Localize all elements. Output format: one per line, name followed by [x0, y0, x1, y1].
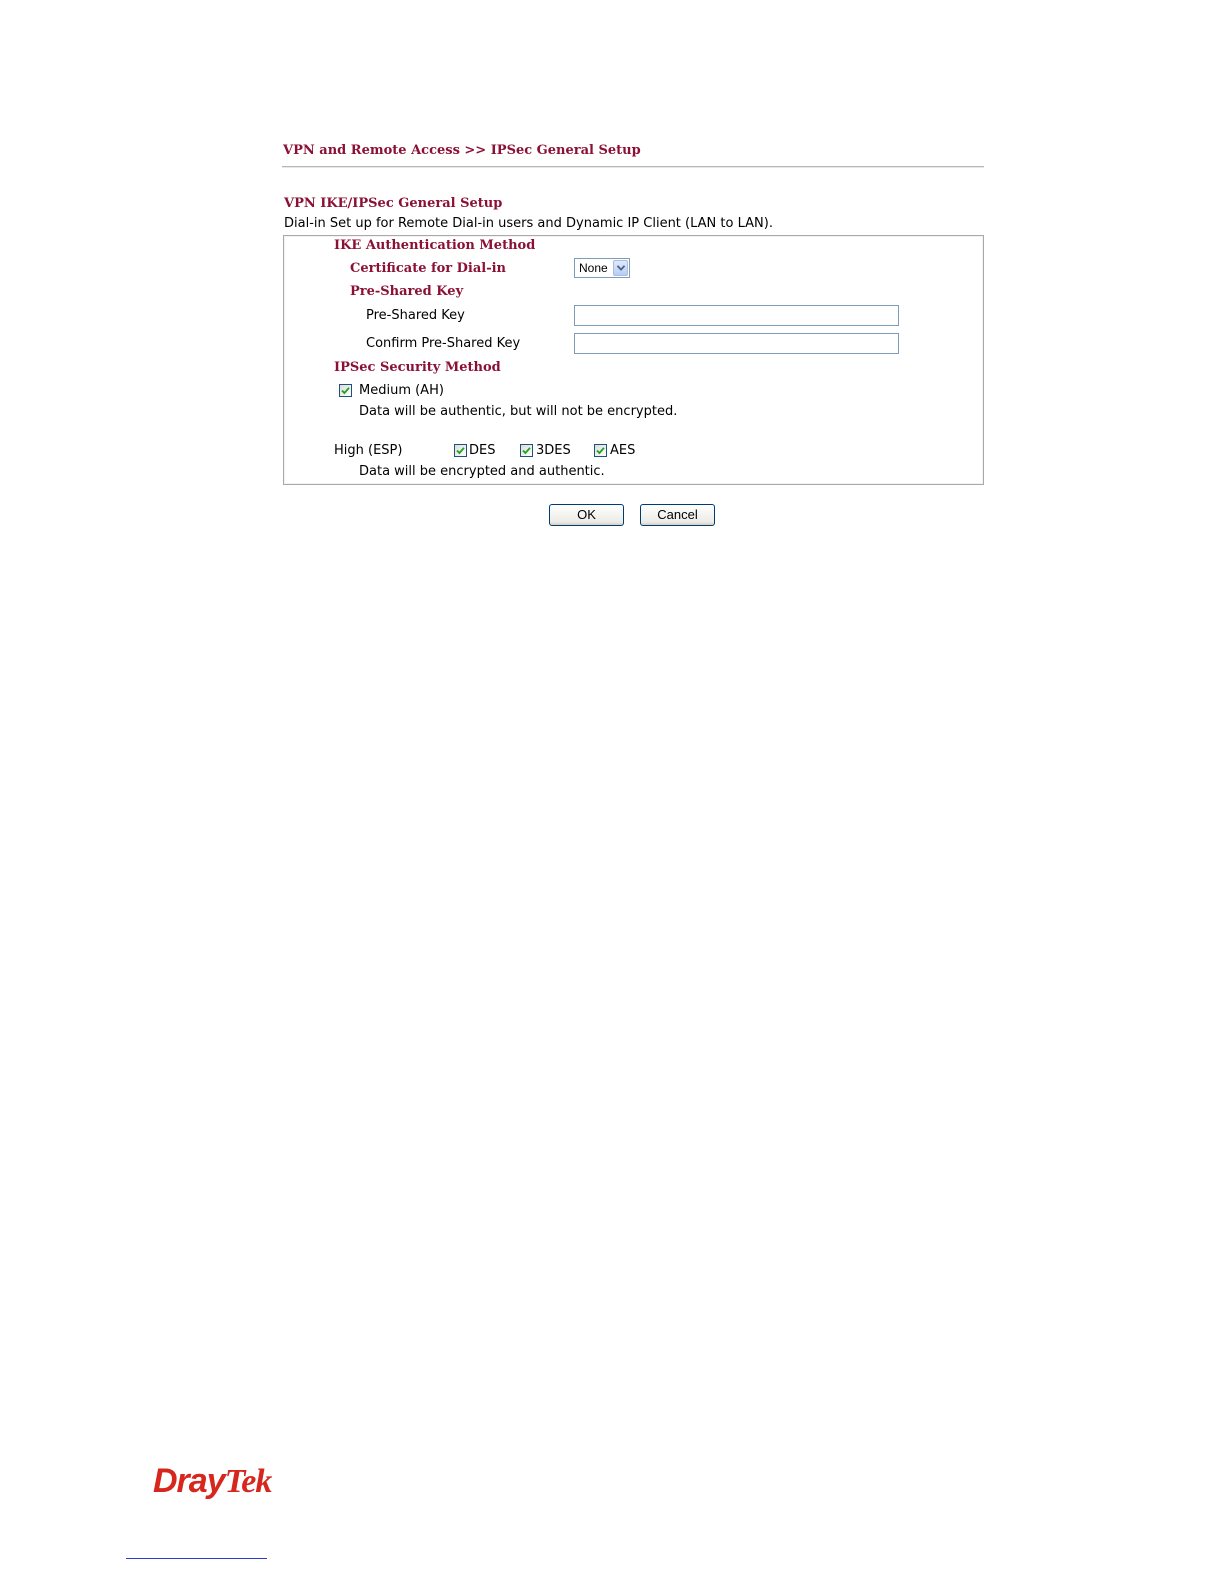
breadcrumb: VPN and Remote Access >> IPSec General S… — [283, 143, 641, 158]
chevron-down-icon[interactable] — [613, 260, 628, 276]
section-description: Dial-in Set up for Remote Dial-in users … — [284, 216, 773, 231]
psk-label: Pre-Shared Key — [366, 308, 465, 323]
des-checkbox[interactable] — [454, 444, 467, 457]
cancel-button[interactable]: Cancel — [640, 504, 715, 526]
ipsec-security-heading: IPSec Security Method — [334, 360, 501, 375]
3des-label: 3DES — [536, 443, 571, 458]
medium-ah-label: Medium (AH) — [359, 383, 444, 398]
pre-shared-key-heading: Pre-Shared Key — [350, 284, 464, 299]
3des-checkbox[interactable] — [520, 444, 533, 457]
ok-button[interactable]: OK — [549, 504, 624, 526]
breadcrumb-divider — [282, 166, 984, 168]
ike-auth-heading: IKE Authentication Method — [334, 238, 536, 253]
confirm-psk-input[interactable] — [574, 333, 899, 354]
section-title: VPN IKE/IPSec General Setup — [284, 196, 503, 211]
certificate-select-value: None — [579, 261, 608, 275]
certificate-select[interactable]: None — [574, 258, 630, 278]
logo-part-dray: Dray — [153, 1462, 226, 1500]
footer-rule — [126, 1558, 267, 1559]
aes-label: AES — [610, 443, 636, 458]
medium-ah-checkbox[interactable] — [339, 384, 352, 397]
medium-ah-description: Data will be authentic, but will not be … — [359, 404, 678, 419]
draytek-logo: DrayTek — [153, 1462, 273, 1501]
high-esp-description: Data will be encrypted and authentic. — [359, 464, 605, 479]
des-label: DES — [469, 443, 496, 458]
confirm-psk-label: Confirm Pre-Shared Key — [366, 336, 521, 351]
certificate-label: Certificate for Dial-in — [350, 261, 506, 276]
aes-checkbox[interactable] — [594, 444, 607, 457]
high-esp-label: High (ESP) — [334, 443, 403, 458]
psk-input[interactable] — [574, 305, 899, 326]
logo-part-tek: Tek — [224, 1463, 273, 1500]
